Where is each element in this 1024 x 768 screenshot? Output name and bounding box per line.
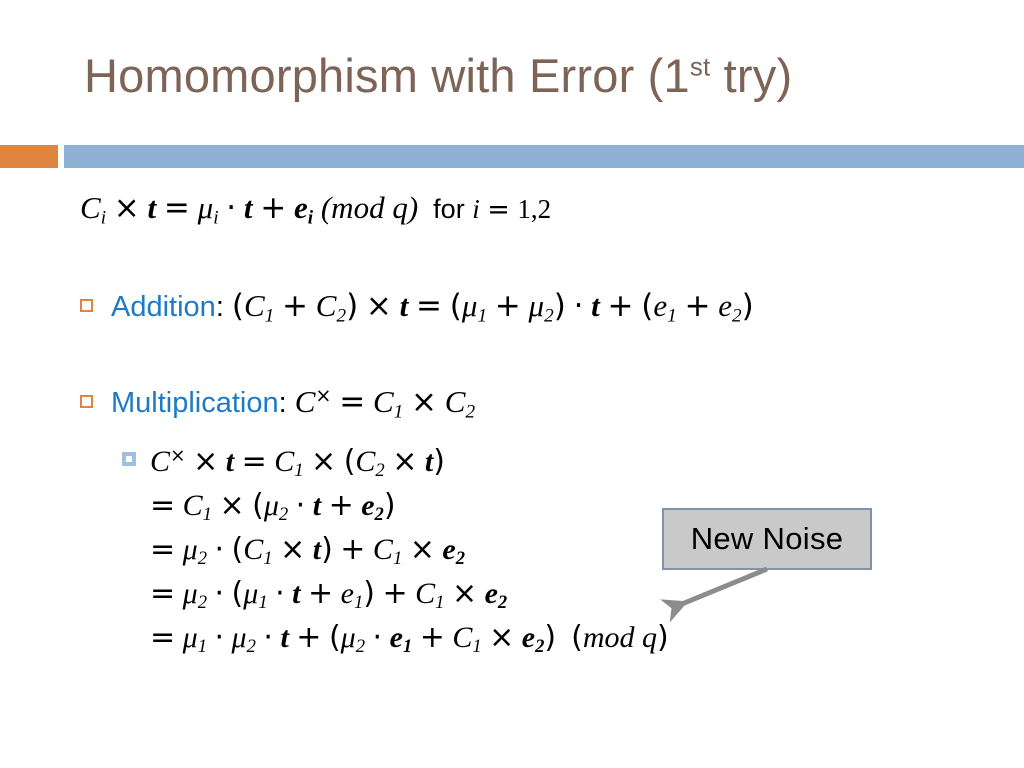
accent-bar-blue: [64, 145, 1024, 168]
derivation-line-2: = C1 × (μ2 · t + e2): [122, 484, 669, 528]
bullet-multiplication-colon: :: [278, 387, 287, 419]
eq-top-mu: μ: [197, 190, 214, 225]
derivation-line-5-content: = μ1 · μ2 · t + (μ2 · e1 + C1 × e2) (mod…: [150, 620, 669, 658]
eq-top-index-var: i: [472, 194, 480, 224]
bullet-multiplication-equation: C× = C1 × C2: [294, 384, 476, 423]
eq-top-for-text: for: [433, 194, 465, 224]
derivation-line-3-content: = μ2 · (C1 × t) + C1 × e2: [150, 532, 465, 570]
eq-top-e-sub: i: [307, 207, 314, 229]
eq-top-index-equals: =: [487, 194, 510, 225]
square-outline-icon: [80, 395, 93, 408]
eq-top-equals: =: [163, 190, 190, 226]
eq-top-e: e: [294, 190, 308, 225]
square-filled-icon: [122, 452, 136, 466]
bullet-multiplication-label: Multiplication: [111, 387, 279, 419]
square-outline-icon: [80, 299, 93, 312]
eq-top-C-sub: i: [100, 207, 107, 229]
eq-top-plus: +: [260, 190, 287, 226]
bullet-addition: Addition: (C1 + C2) × t = (μ1 + μ2) · t …: [80, 288, 754, 327]
equation-definition: Ci × t = μi · t + ei (mod q) for i = 1,2: [80, 190, 552, 229]
bullet-addition-equation: (C1 + C2) × t = (μ1 + μ2) · t + (e1 + e2…: [231, 288, 754, 327]
derivation-block: C× × t = C1 × (C2 × t) = C1 × (μ2 · t + …: [122, 440, 669, 660]
derivation-line-4-content: = μ2 · (μ1 · t + e1) + C1 × e2: [150, 576, 508, 614]
page-title-main: Homomorphism with Error (1: [84, 49, 690, 102]
page-title: Homomorphism with Error (1st try): [84, 48, 792, 103]
derivation-line-4: = μ2 · (μ1 · t + e1) + C1 × e2: [122, 572, 669, 616]
eq-top-index-values: 1,2: [517, 194, 552, 224]
derivation-line-2-content: = C1 × (μ2 · t + e2): [150, 488, 396, 526]
derivation-line-5: = μ1 · μ2 · t + (μ2 · e1 + C1 × e2) (mod…: [122, 616, 669, 660]
eq-top-C: C: [80, 190, 101, 225]
bullet-addition-label: Addition: [111, 291, 216, 323]
eq-top-t-1: t: [147, 190, 157, 225]
callout-new-noise: New Noise: [662, 508, 872, 570]
eq-top-t-2: t: [243, 190, 253, 225]
page-title-tail: try): [710, 49, 793, 102]
eq-top-mod: (mod q): [320, 190, 419, 225]
callout-label: New Noise: [690, 521, 844, 556]
derivation-line-3: = μ2 · (C1 × t) + C1 × e2: [122, 528, 669, 572]
derivation-line-1: C× × t = C1 × (C2 × t): [122, 440, 669, 484]
eq-top-times-1: ×: [113, 190, 140, 226]
eq-top-mu-sub: i: [213, 207, 219, 229]
derivation-line-1-content: C× × t = C1 × (C2 × t): [150, 444, 445, 482]
bullet-multiplication: Multiplication: C× = C1 × C2: [80, 384, 476, 423]
eq-top-dot: ·: [226, 190, 237, 226]
accent-bar-orange: [0, 145, 58, 168]
page-title-superscript: st: [689, 53, 711, 82]
bullet-addition-colon: :: [215, 291, 224, 323]
